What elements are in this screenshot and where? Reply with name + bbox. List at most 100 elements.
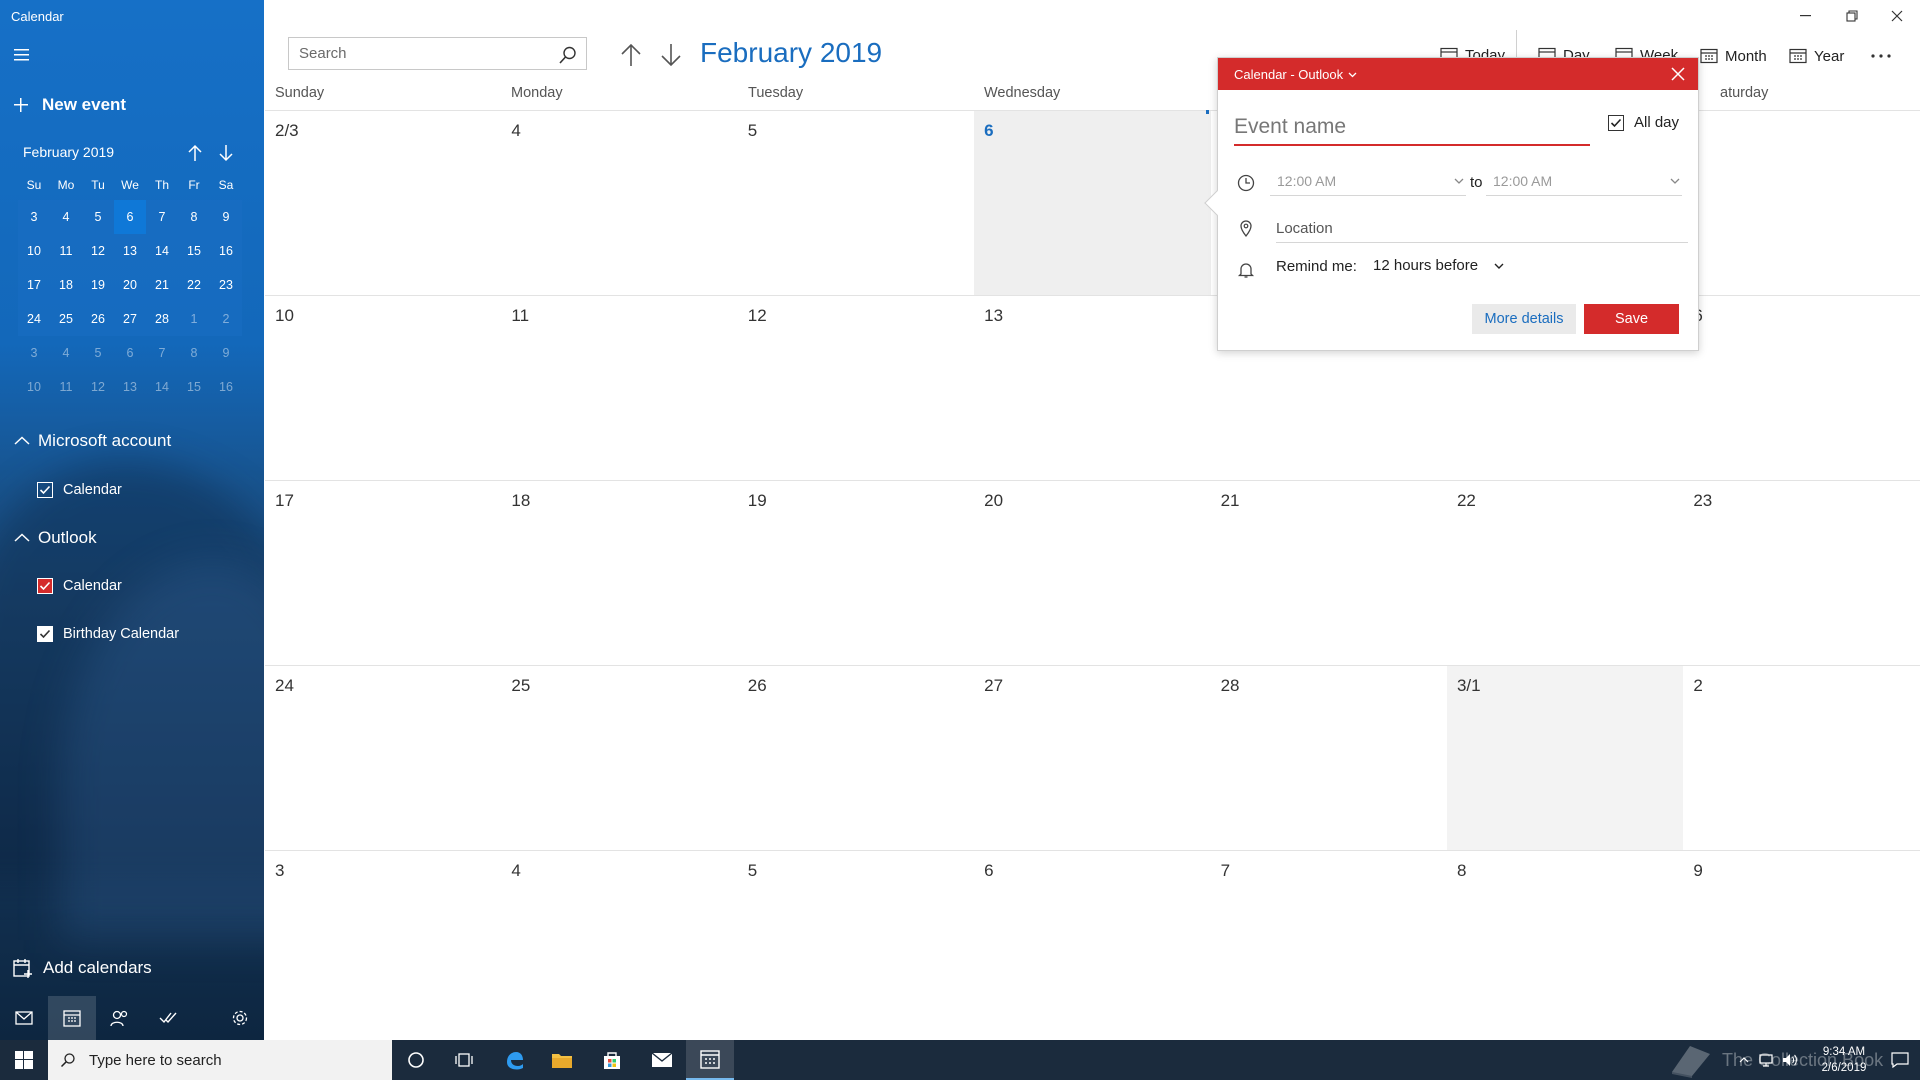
mini-calendar-day[interactable]: 6 [114,336,146,370]
mini-calendar-day[interactable]: 15 [178,370,210,404]
year-view-button[interactable]: Year [1789,44,1844,68]
edge-browser-icon[interactable] [490,1040,538,1080]
day-cell[interactable]: 20 [974,481,1210,665]
mini-calendar-day[interactable]: 14 [146,234,178,268]
mini-calendar-day[interactable]: 26 [82,302,114,336]
checkbox-checked-icon[interactable] [37,626,53,642]
day-cell[interactable] [1683,111,1919,295]
day-cell[interactable]: 25 [501,666,737,850]
mini-calendar-day[interactable]: 21 [146,268,178,302]
day-cell[interactable]: 10 [265,296,501,480]
mini-calendar-day[interactable]: 16 [210,370,242,404]
windows-start-icon[interactable] [0,1040,48,1080]
end-time-dropdown[interactable]: 12:00 AM [1486,168,1682,196]
calendar-toggle-outlook-calendar[interactable]: Calendar [37,575,122,597]
checkbox-checked-icon[interactable] [1608,114,1624,131]
people-icon[interactable] [96,996,144,1040]
mini-calendar-day[interactable]: 23 [210,268,242,302]
mini-calendar-day[interactable]: 13 [114,234,146,268]
mini-calendar-day[interactable]: 14 [146,370,178,404]
add-calendars-button[interactable]: Add calendars [12,955,152,981]
mini-calendar-day[interactable]: 10 [18,234,50,268]
search-icon[interactable] [558,45,578,65]
mini-calendar-day[interactable]: 4 [50,200,82,234]
day-cell[interactable]: 6 [974,851,1210,1035]
mini-calendar-day[interactable]: 28 [146,302,178,336]
account-header-microsoft[interactable]: Microsoft account [14,428,171,454]
mini-calendar-day[interactable]: 8 [178,336,210,370]
search-input[interactable] [289,45,539,62]
mini-calendar-day[interactable]: 16 [210,234,242,268]
account-header-outlook[interactable]: Outlook [14,525,97,551]
network-icon[interactable] [1754,1053,1778,1067]
location-field[interactable] [1276,215,1688,243]
event-name-input[interactable] [1234,110,1590,146]
mini-calendar-day[interactable]: 5 [82,336,114,370]
mini-calendar-day[interactable]: 1 [178,302,210,336]
mini-calendar-day[interactable]: 12 [82,370,114,404]
mini-calendar-day[interactable]: 8 [178,200,210,234]
day-cell[interactable]: 5 [738,851,974,1035]
start-time-dropdown[interactable]: 12:00 AM [1270,168,1466,196]
mini-calendar-day[interactable]: 11 [50,234,82,268]
day-cell[interactable]: 22 [1447,481,1683,665]
mini-calendar-day[interactable]: 5 [82,200,114,234]
mail-icon[interactable] [0,996,48,1040]
hamburger-menu-icon[interactable] [12,47,34,63]
all-day-toggle[interactable]: All day [1608,114,1679,131]
day-cell[interactable]: 2/3 [265,111,501,295]
location-input[interactable] [1276,215,1676,241]
day-cell[interactable]: 2 [1683,666,1919,850]
reminder-dropdown[interactable]: 12 hours before [1373,257,1504,274]
current-month-title[interactable]: February 2019 [700,37,882,69]
day-cell[interactable]: 3/1 [1446,666,1684,850]
day-cell[interactable]: 26 [738,666,974,850]
previous-month-button[interactable] [619,42,643,68]
mini-calendar-day[interactable]: 9 [210,200,242,234]
close-icon[interactable] [1670,66,1686,82]
mini-calendar-day[interactable]: 22 [178,268,210,302]
more-details-button[interactable]: More details [1472,304,1576,334]
mini-calendar-day[interactable]: 17 [18,268,50,302]
day-cell[interactable]: 4 [501,851,737,1035]
day-cell[interactable]: 8 [1447,851,1683,1035]
day-cell[interactable]: 18 [501,481,737,665]
mini-calendar-day[interactable]: 3 [18,336,50,370]
day-cell[interactable]: 17 [265,481,501,665]
day-cell[interactable]: 6 [1683,296,1919,480]
day-cell[interactable]: 7 [1211,851,1447,1035]
settings-icon[interactable] [216,996,264,1040]
taskbar-clock[interactable]: 9:34 AM 2/6/2019 [1806,1044,1882,1076]
checkbox-checked-red-icon[interactable] [37,578,53,594]
calendar-toggle-microsoft-calendar[interactable]: Calendar [37,479,122,501]
mini-calendar-day[interactable]: 25 [50,302,82,336]
mini-calendar-day[interactable]: 18 [50,268,82,302]
checkbox-checked-icon[interactable] [37,482,53,498]
cortana-icon[interactable] [392,1040,440,1080]
mini-calendar-day[interactable]: 3 [18,200,50,234]
mini-calendar-day[interactable]: 7 [146,336,178,370]
next-month-button[interactable] [659,42,683,68]
mini-calendar-day[interactable]: 19 [82,268,114,302]
chevron-up-icon[interactable] [1734,1057,1754,1063]
day-cell[interactable]: 9 [1683,851,1919,1035]
day-cell[interactable]: 12 [738,296,974,480]
mini-calendar-day[interactable]: 9 [210,336,242,370]
action-center-icon[interactable] [1880,1040,1920,1080]
calendar-app-icon[interactable] [686,1040,734,1080]
mini-calendar-day[interactable]: 4 [50,336,82,370]
day-cell[interactable]: 13 [974,296,1210,480]
mail-app-icon[interactable] [638,1040,686,1080]
mini-calendar-title[interactable]: February 2019 [23,144,114,160]
store-icon[interactable] [588,1040,636,1080]
day-cell[interactable]: 6 [974,111,1211,295]
calendar-toggle-birthday-calendar[interactable]: Birthday Calendar [37,623,179,645]
mini-calendar-day[interactable]: 2 [210,302,242,336]
save-button[interactable]: Save [1584,304,1679,334]
month-view-button[interactable]: Month [1700,44,1767,68]
todo-icon[interactable] [144,996,192,1040]
day-cell[interactable]: 24 [265,666,501,850]
day-cell[interactable]: 19 [738,481,974,665]
new-event-button[interactable]: New event [12,92,126,118]
mini-calendar-day[interactable]: 15 [178,234,210,268]
